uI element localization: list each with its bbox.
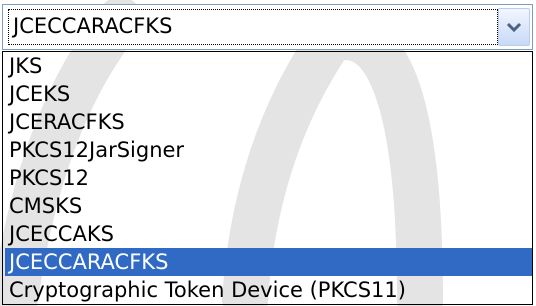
option-jceccaks[interactable]: JCECCAKS: [5, 220, 532, 248]
dropdown-options-list: JKS JCEKS JCERACFKS PKCS12JarSigner PKCS…: [2, 51, 533, 305]
option-jceracfks[interactable]: JCERACFKS: [5, 108, 532, 136]
option-jceks[interactable]: JCEKS: [5, 80, 532, 108]
dropdown-arrow-button[interactable]: [498, 8, 530, 46]
chevron-down-icon: [506, 22, 522, 33]
option-cryptographic-token-device[interactable]: Cryptographic Token Device (PKCS11): [5, 276, 532, 304]
option-cmsks[interactable]: CMSKS: [5, 192, 532, 220]
option-pkcs12[interactable]: PKCS12: [5, 164, 532, 192]
select-current-value: JCECCARACFKS: [8, 9, 498, 45]
option-jks[interactable]: JKS: [5, 52, 532, 80]
option-pkcs12jarsigner[interactable]: PKCS12JarSigner: [5, 136, 532, 164]
keystore-type-select[interactable]: JCECCARACFKS: [2, 4, 533, 50]
option-jceccaracfks[interactable]: JCECCARACFKS: [5, 248, 532, 276]
